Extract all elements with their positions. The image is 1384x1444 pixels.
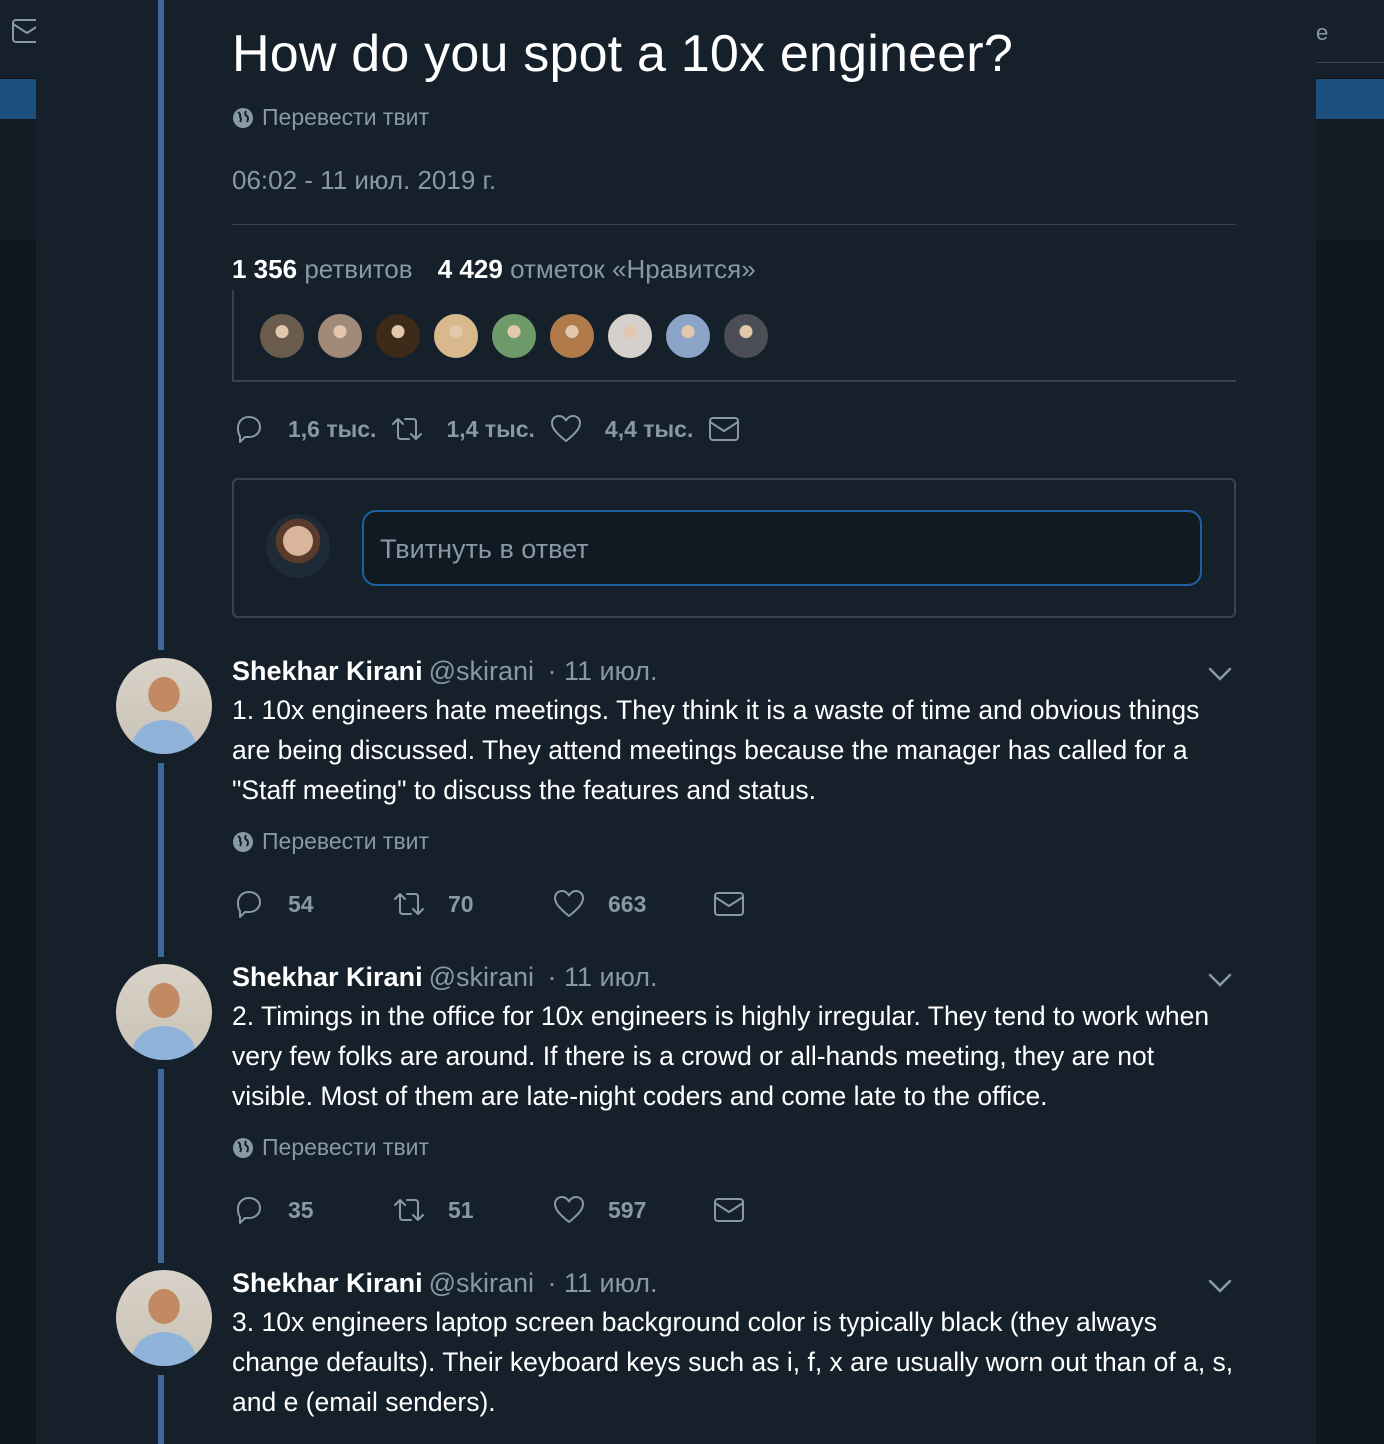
translate-label: Перевести твит: [262, 828, 430, 854]
retweet-button[interactable]: 1,4 тыс.: [390, 412, 535, 446]
author-handle[interactable]: @skirani: [429, 1268, 534, 1298]
heart-icon: [554, 890, 584, 917]
retweet-icon: [392, 418, 423, 440]
avatar[interactable]: [116, 658, 212, 754]
tweet-header: Shekhar Kirani @skirani · 11 июл.: [232, 1268, 658, 1299]
globe-icon: [233, 831, 253, 852]
likes-count[interactable]: 4 429: [438, 254, 503, 284]
reply-count: 54: [288, 890, 314, 917]
liker-avatar[interactable]: [316, 312, 364, 360]
likers-row: [232, 290, 1236, 382]
globe-icon: [233, 1137, 253, 1158]
like-button[interactable]: 663: [552, 887, 712, 921]
heart-icon: [550, 415, 581, 442]
avatar[interactable]: [116, 1270, 212, 1366]
liker-avatar[interactable]: [432, 312, 480, 360]
retweet-button[interactable]: 70: [392, 887, 552, 921]
retweet-count: 70: [448, 890, 474, 917]
reply-count: 1,6 тыс.: [288, 415, 377, 442]
liker-avatar[interactable]: [490, 312, 538, 360]
liker-avatar[interactable]: [548, 312, 596, 360]
author-name[interactable]: Shekhar Kirani: [232, 656, 423, 686]
retweets-label[interactable]: ретвитов: [304, 254, 412, 284]
tweet-actions: 54 70 663: [232, 887, 746, 921]
chevron-down-icon[interactable]: [1206, 664, 1234, 684]
divider: [232, 224, 1236, 225]
like-count: 4,4 тыс.: [604, 415, 694, 442]
avatar[interactable]: [266, 514, 330, 578]
tweet-stats: 1 356 ретвитов 4 429 отметок «Нравится»: [232, 254, 756, 285]
avatar[interactable]: [116, 964, 212, 1060]
tweet-text: 3. 10x engineers laptop screen backgroun…: [232, 1307, 1234, 1417]
message-icon: [714, 892, 744, 916]
liker-avatar[interactable]: [664, 312, 712, 360]
liker-avatar[interactable]: [722, 312, 770, 360]
thread-line: [158, 1069, 164, 1263]
liker-avatar[interactable]: [606, 312, 654, 360]
message-button[interactable]: [707, 412, 741, 446]
chevron-down-icon[interactable]: [1206, 1276, 1234, 1296]
like-button[interactable]: 4,4 тыс.: [549, 412, 693, 446]
tweet-modal: How do you spot a 10x engineer? Перевест…: [36, 0, 1316, 1444]
tweet-timestamp[interactable]: 06:02 - 11 июл. 2019 г.: [232, 165, 496, 196]
thread-line: [158, 1375, 164, 1444]
retweet-icon: [394, 1199, 424, 1221]
tweet-actions: 1,6 тыс. 1,4 тыс. 4,4 тыс.: [232, 412, 741, 446]
reply-composer: Твитнуть в ответ: [232, 478, 1236, 618]
author-name[interactable]: Shekhar Kirani: [232, 962, 423, 992]
translate-link[interactable]: Перевести твит: [232, 1134, 429, 1161]
tweet-text: 2. Timings in the office for 10x enginee…: [232, 1001, 1210, 1111]
reply-button[interactable]: 54: [232, 887, 392, 921]
reply-icon: [237, 891, 261, 918]
thread-line: [158, 0, 164, 650]
author-handle[interactable]: @skirani: [429, 656, 534, 686]
reply-icon: [237, 416, 261, 443]
message-button[interactable]: [712, 887, 746, 921]
tweet-text: How do you spot a 10x engineer?: [232, 25, 1013, 83]
chevron-down-icon[interactable]: [1206, 970, 1234, 990]
tweet-date[interactable]: · 11 июл.: [548, 1268, 658, 1298]
translate-link[interactable]: Перевести твит: [232, 104, 429, 131]
likes-label[interactable]: отметок «Нравится»: [510, 254, 756, 284]
retweets-count[interactable]: 1 356: [232, 254, 297, 284]
retweet-button[interactable]: 51: [392, 1193, 552, 1227]
reply-icon: [237, 1197, 261, 1224]
reply-count: 35: [288, 1196, 314, 1223]
like-count: 597: [608, 1196, 647, 1223]
author-handle[interactable]: @skirani: [429, 962, 534, 992]
background-text: e: [1316, 20, 1329, 45]
tweet-header: Shekhar Kirani @skirani · 11 июл.: [232, 962, 658, 993]
heart-icon: [554, 1196, 584, 1223]
retweet-count: 1,4 тыс.: [446, 415, 535, 442]
message-icon: [714, 1198, 744, 1222]
translate-label: Перевести твит: [262, 1134, 430, 1160]
tweet-header: Shekhar Kirani @skirani · 11 июл.: [232, 656, 658, 687]
tweet-date[interactable]: · 11 июл.: [548, 962, 658, 992]
reply-input[interactable]: Твитнуть в ответ: [362, 510, 1202, 586]
author-name[interactable]: Shekhar Kirani: [232, 1268, 423, 1298]
retweet-count: 51: [448, 1196, 474, 1223]
like-button[interactable]: 597: [552, 1193, 712, 1227]
translate-label: Перевести твит: [262, 104, 430, 130]
like-count: 663: [608, 890, 647, 917]
liker-avatar[interactable]: [258, 312, 306, 360]
globe-icon: [233, 107, 253, 128]
tweet-date[interactable]: · 11 июл.: [548, 656, 658, 686]
tweet-actions: 35 51 597: [232, 1193, 746, 1227]
reply-button[interactable]: 35: [232, 1193, 392, 1227]
tweet-text: 1. 10x engineers hate meetings. They thi…: [232, 695, 1200, 805]
thread-line: [158, 763, 164, 957]
translate-link[interactable]: Перевести твит: [232, 828, 429, 855]
message-button[interactable]: [712, 1193, 746, 1227]
liker-avatar[interactable]: [374, 312, 422, 360]
message-icon: [709, 417, 740, 441]
reply-button[interactable]: 1,6 тыс.: [232, 412, 376, 446]
background-divider: [1316, 62, 1384, 63]
retweet-icon: [394, 893, 424, 915]
